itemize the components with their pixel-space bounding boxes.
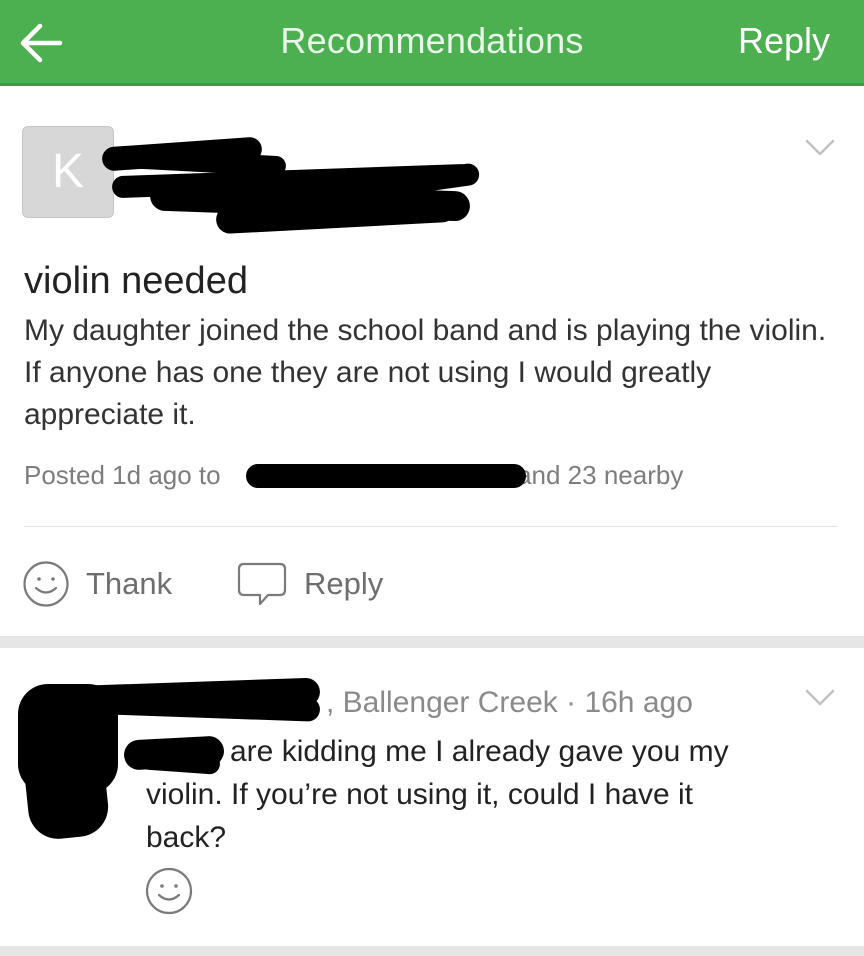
- smiley-icon: [145, 867, 193, 915]
- chevron-down-icon[interactable]: [804, 688, 836, 708]
- post-title: violin needed: [24, 260, 248, 302]
- speech-bubble-icon: [237, 562, 287, 606]
- post-meta-prefix: Posted 1d ago to: [24, 460, 221, 490]
- divider: [24, 526, 838, 527]
- section-separator: [0, 636, 864, 648]
- top-bar: Recommendations Reply: [0, 0, 864, 86]
- thank-button[interactable]: Thank: [22, 558, 172, 610]
- post-body: My daughter joined the school band and i…: [24, 314, 827, 431]
- comment-meta: , Ballenger Creek · 16h ago: [326, 686, 693, 719]
- header-reply-button[interactable]: Reply: [738, 20, 830, 62]
- reply-button[interactable]: Reply: [236, 558, 383, 610]
- page-title: Recommendations: [280, 20, 584, 61]
- neighborhood-redaction: [246, 464, 526, 488]
- smiley-icon: [23, 561, 69, 607]
- comment-thank-button[interactable]: [144, 866, 194, 916]
- comment-card: , Ballenger Creek · 16h ago are kidding …: [0, 648, 864, 948]
- post-card: K violin needed My daughter joined the s…: [0, 88, 864, 636]
- thank-label: Thank: [86, 566, 173, 601]
- section-separator: [0, 946, 864, 956]
- post-meta-suffix: and 23 nearby: [517, 460, 684, 490]
- chevron-down-icon[interactable]: [804, 138, 836, 158]
- reply-label: Reply: [304, 566, 384, 601]
- comment-body: are kidding me I already gave you my vio…: [146, 735, 729, 854]
- avatar[interactable]: K: [22, 126, 114, 218]
- comment-text: are kidding me I already gave you my vio…: [146, 730, 766, 859]
